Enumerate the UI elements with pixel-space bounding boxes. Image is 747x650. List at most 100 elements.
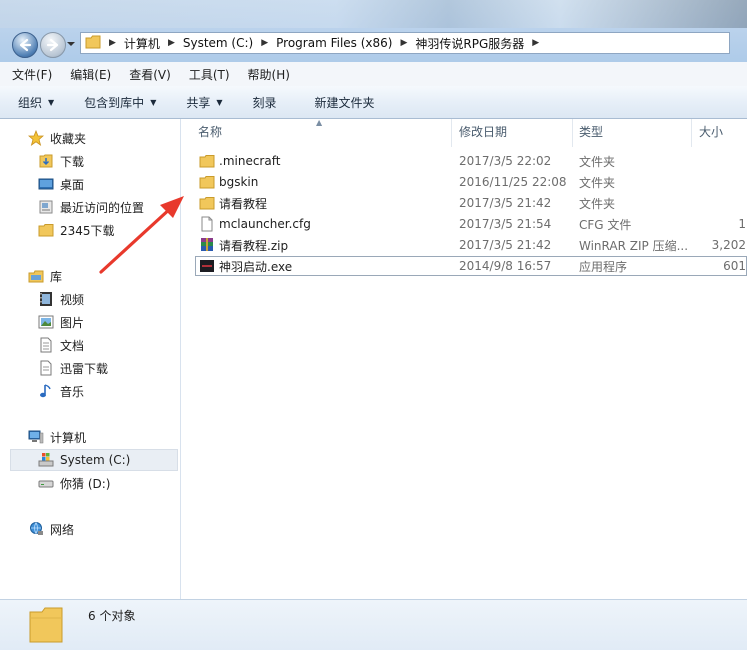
music-note-icon: [38, 383, 54, 399]
sidebar-item-documents[interactable]: 文档: [38, 334, 84, 356]
sidebar-item-label: 视频: [60, 292, 85, 307]
file-type: 文件夹: [579, 196, 616, 211]
chevron-down-icon: ▼: [48, 97, 55, 107]
back-arrow-icon: [19, 38, 32, 52]
folder-icon: [199, 174, 215, 190]
forward-button[interactable]: [40, 32, 66, 58]
recent-pages-dropdown-icon[interactable]: [66, 40, 76, 48]
file-type: CFG 文件: [579, 217, 632, 232]
drive-icon: [38, 475, 54, 491]
sidebar-item-system-c[interactable]: System (C:): [10, 449, 178, 471]
computer-icon: [28, 429, 44, 445]
sidebar-item-music[interactable]: 音乐: [38, 380, 84, 402]
chevron-right-icon[interactable]: ▶: [400, 38, 407, 48]
sort-ascending-icon: ▲: [316, 118, 323, 127]
column-header-modified[interactable]: 修改日期: [459, 123, 507, 140]
include-in-library-button[interactable]: 包含到库中 ▼: [80, 94, 160, 111]
file-row[interactable]: 神羽启动.exe 2014/9/8 16:57 应用程序 601: [195, 256, 747, 276]
file-name: bgskin: [219, 175, 259, 189]
sidebar-computer[interactable]: 计算机: [28, 426, 86, 448]
include-in-library-label: 包含到库中: [84, 95, 145, 110]
windows-drive-icon: [38, 452, 54, 468]
burn-button[interactable]: 刻录: [249, 94, 281, 111]
sidebar-item-2345-downloads[interactable]: 2345下载: [38, 219, 115, 241]
file-row[interactable]: 请看教程.zip 2017/3/5 21:42 WinRAR ZIP 压缩...…: [195, 235, 747, 255]
sidebar-item-downloads[interactable]: 下载: [38, 150, 84, 172]
organize-button[interactable]: 组织 ▼: [14, 94, 58, 111]
video-icon: [38, 291, 54, 307]
breadcrumb-program-files[interactable]: Program Files (x86): [276, 36, 392, 50]
column-divider[interactable]: [451, 119, 452, 147]
column-divider[interactable]: [572, 119, 573, 147]
file-name: mclauncher.cfg: [219, 217, 311, 231]
sidebar-item-label: 音乐: [60, 384, 85, 399]
file-name: 请看教程.zip: [219, 238, 289, 253]
sidebar-item-videos[interactable]: 视频: [38, 288, 84, 310]
file-row[interactable]: bgskin 2016/11/25 22:08 文件夹: [195, 172, 747, 192]
file-size: 1: [738, 217, 746, 231]
folder-icon: [38, 222, 54, 238]
chevron-right-icon[interactable]: ▶: [532, 38, 539, 48]
sidebar-item-drive-d[interactable]: 你猜 (D:): [38, 472, 110, 494]
share-button[interactable]: 共享 ▼: [182, 94, 226, 111]
file-row[interactable]: 请看教程 2017/3/5 21:42 文件夹: [195, 193, 747, 213]
network-icon: [28, 521, 44, 537]
star-icon: [28, 130, 44, 146]
column-header-type[interactable]: 类型: [579, 123, 603, 140]
sidebar-item-label: System (C:): [60, 453, 131, 467]
file-icon: [199, 216, 215, 232]
column-divider[interactable]: [691, 119, 692, 147]
exe-icon: [199, 258, 215, 274]
desktop-icon: [38, 176, 54, 192]
sidebar-item-label: 你猜 (D:): [60, 476, 111, 491]
file-type: WinRAR ZIP 压缩...: [579, 238, 689, 253]
menu-edit[interactable]: 编辑(E): [64, 66, 117, 83]
sidebar-libraries[interactable]: 库: [28, 265, 62, 287]
file-modified: 2017/3/5 21:42: [459, 196, 552, 210]
address-bar[interactable]: ▶ 计算机 ▶ System (C:) ▶ Program Files (x86…: [80, 32, 730, 54]
new-folder-button[interactable]: 新建文件夹: [311, 94, 379, 111]
sidebar-item-label: 文档: [60, 338, 85, 353]
file-modified: 2014/9/8 16:57: [459, 259, 552, 273]
column-header-size[interactable]: 大小: [699, 123, 723, 140]
chevron-down-icon: ▼: [216, 97, 223, 107]
file-modified: 2016/11/25 22:08: [459, 175, 567, 189]
file-modified: 2017/3/5 22:02: [459, 154, 552, 168]
sidebar-network-label: 网络: [50, 522, 75, 537]
folder-icon: [199, 195, 215, 211]
menu-tools[interactable]: 工具(T): [183, 66, 236, 83]
file-type: 文件夹: [579, 154, 616, 169]
recent-places-icon: [38, 199, 54, 215]
document-icon: [38, 360, 54, 376]
blurred-background: [0, 0, 747, 28]
document-icon: [38, 337, 54, 353]
sidebar-item-pictures[interactable]: 图片: [38, 311, 84, 333]
library-icon: [28, 268, 44, 284]
breadcrumb: ▶ 计算机 ▶ System (C:) ▶ Program Files (x86…: [101, 33, 547, 53]
sidebar-favorites[interactable]: 收藏夹: [28, 127, 86, 149]
sidebar-item-recent-places[interactable]: 最近访问的位置: [38, 196, 144, 218]
column-header-name[interactable]: 名称: [198, 123, 222, 140]
menu-file[interactable]: 文件(F): [6, 66, 58, 83]
sidebar-item-desktop[interactable]: 桌面: [38, 173, 84, 195]
breadcrumb-current-folder[interactable]: 神羽传说RPG服务器: [415, 35, 524, 52]
sidebar-libraries-label: 库: [50, 269, 63, 284]
chevron-right-icon[interactable]: ▶: [109, 38, 116, 48]
file-modified: 2017/3/5 21:42: [459, 238, 552, 252]
chevron-right-icon[interactable]: ▶: [168, 38, 175, 48]
menu-view[interactable]: 查看(V): [123, 66, 177, 83]
share-label: 共享: [186, 95, 211, 110]
organize-label: 组织: [18, 95, 43, 110]
details-pane: 6 个对象: [0, 599, 747, 650]
menu-help[interactable]: 帮助(H): [242, 66, 296, 83]
chevron-right-icon[interactable]: ▶: [261, 38, 268, 48]
breadcrumb-system-c[interactable]: System (C:): [183, 36, 253, 50]
sidebar-item-thunder-downloads[interactable]: 迅雷下载: [38, 357, 108, 379]
back-button[interactable]: [12, 32, 38, 58]
file-row[interactable]: mclauncher.cfg 2017/3/5 21:54 CFG 文件 1: [195, 214, 747, 234]
file-size: 601: [723, 259, 746, 273]
sidebar-network[interactable]: 网络: [28, 518, 74, 540]
sidebar-item-label: 2345下载: [60, 223, 115, 238]
file-row[interactable]: .minecraft 2017/3/5 22:02 文件夹: [195, 151, 747, 171]
breadcrumb-computer[interactable]: 计算机: [124, 35, 160, 52]
